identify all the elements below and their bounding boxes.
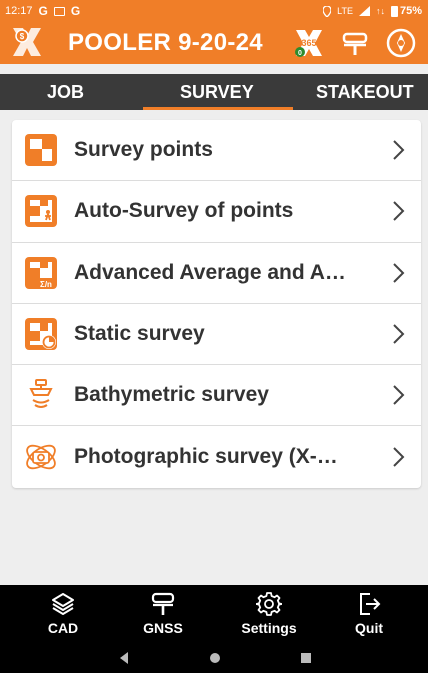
exit-icon	[360, 593, 381, 615]
bottom-nav-label: CAD	[47, 620, 79, 636]
chevron-right-icon	[393, 324, 405, 344]
google-icon: G	[38, 4, 48, 18]
chevron-right-icon	[393, 140, 405, 160]
google-icon-2: G	[70, 4, 81, 18]
svg-text:0: 0	[298, 50, 302, 57]
app-logo-icon[interactable]: $	[10, 25, 44, 59]
bottom-nav-label: GNSS	[143, 620, 183, 636]
x365-icon[interactable]: 365 0	[294, 28, 324, 58]
svg-text:Σ/n: Σ/n	[40, 280, 52, 289]
layers-icon	[52, 593, 74, 615]
bottom-nav-quit[interactable]: Quit	[329, 585, 409, 643]
menu-item-bathymetric[interactable]: Bathymetric survey	[12, 365, 421, 427]
menu-item-label: Bathymetric survey	[74, 383, 269, 407]
menu-item-survey-points[interactable]: Survey points	[12, 120, 421, 182]
status-bar: 12:17 G G LTE ↑↓ 75%	[0, 0, 428, 22]
bottom-nav-settings[interactable]: Settings	[229, 585, 309, 643]
survey-points-icon	[25, 134, 57, 167]
menu-item-label: Survey points	[74, 138, 213, 162]
system-nav-bar	[0, 643, 428, 673]
job-title: POOLER 9-20-24	[68, 29, 263, 56]
chevron-right-icon	[393, 263, 405, 283]
bottom-nav-cad[interactable]: CAD	[23, 585, 103, 643]
static-survey-icon	[25, 318, 57, 351]
svg-text:$: $	[20, 32, 25, 41]
survey-menu: Survey points Auto-Survey of points Σ/n …	[12, 120, 421, 488]
gear-icon	[256, 592, 282, 616]
bathymetric-icon	[29, 379, 53, 409]
menu-item-static-survey[interactable]: Static survey	[12, 304, 421, 366]
gnss-receiver-icon[interactable]	[340, 28, 370, 58]
menu-item-label: Auto-Survey of points	[74, 199, 294, 223]
menu-item-auto-survey[interactable]: Auto-Survey of points	[12, 181, 421, 243]
menu-item-advanced-average[interactable]: Σ/n Advanced Average and A…	[12, 243, 421, 304]
chevron-right-icon	[393, 447, 405, 467]
back-icon[interactable]	[118, 651, 130, 665]
menu-item-photographic[interactable]: Photographic survey (X-…	[12, 426, 421, 487]
menu-item-label: Static survey	[74, 322, 205, 346]
chevron-right-icon	[393, 385, 405, 406]
data-activity: ↑↓	[375, 6, 385, 16]
location-icon	[323, 5, 332, 17]
tab-job[interactable]: JOB	[47, 74, 84, 110]
tab-survey[interactable]: SURVEY	[180, 74, 254, 110]
recents-icon[interactable]	[300, 651, 312, 665]
bottom-nav-gnss[interactable]: GNSS	[123, 585, 203, 643]
advanced-average-icon: Σ/n	[25, 256, 57, 289]
bottom-nav-label: Settings	[241, 620, 297, 636]
compass-icon[interactable]	[386, 28, 416, 58]
menu-item-label: Photographic survey (X-…	[74, 445, 338, 469]
notification-icon	[53, 6, 65, 16]
menu-item-label: Advanced Average and A…	[74, 260, 346, 284]
active-tab-indicator	[143, 107, 293, 110]
tab-bar: JOB SURVEY STAKEOUT	[0, 74, 428, 110]
battery-level: 75%	[399, 5, 422, 17]
home-icon[interactable]	[209, 651, 221, 665]
badge-365-text: 365	[301, 38, 316, 48]
bottom-nav-label: Quit	[355, 620, 383, 636]
gnss-receiver-icon	[151, 592, 175, 615]
app-bar: $ POOLER 9-20-24 365 0	[0, 22, 428, 64]
bottom-nav: CAD GNSS Settings Quit	[0, 585, 428, 643]
network-type: LTE	[337, 6, 353, 16]
chevron-right-icon	[393, 201, 405, 222]
status-time: 12:17	[5, 5, 33, 17]
photographic-icon	[26, 444, 56, 470]
battery-icon	[390, 5, 398, 17]
auto-survey-icon	[25, 195, 57, 228]
tab-stakeout[interactable]: STAKEOUT	[316, 74, 414, 110]
signal-icon	[358, 6, 370, 16]
battery-group: 75%	[390, 5, 422, 17]
